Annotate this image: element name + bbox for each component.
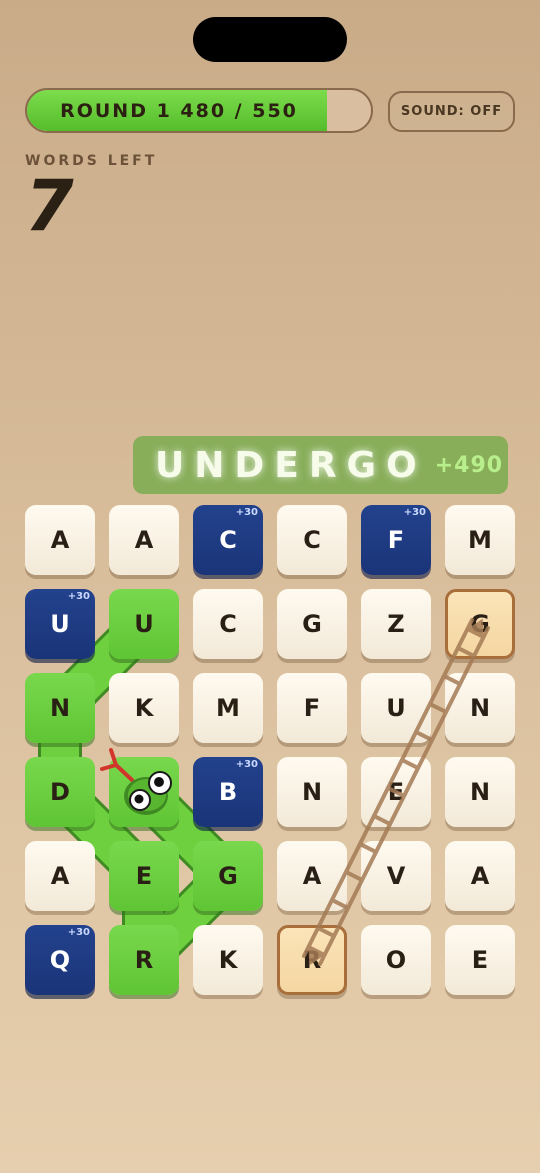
tile-letter: B <box>218 778 238 806</box>
tile-r4-c5[interactable]: A <box>445 841 515 911</box>
tile-r1-c2[interactable]: C <box>193 589 263 659</box>
tile-r1-c1[interactable]: U <box>109 589 179 659</box>
tile-letter: K <box>218 946 238 974</box>
tile-letter: M <box>216 694 240 722</box>
current-word: UNDERGO <box>155 444 427 486</box>
tile-letter: A <box>50 526 70 554</box>
camera-notch <box>193 17 347 62</box>
tile-letter: U <box>134 610 154 638</box>
tile-letter: U <box>50 610 70 638</box>
tile-bonus-badge: +30 <box>235 759 258 770</box>
tile-r2-c5[interactable]: N <box>445 673 515 743</box>
tile-r2-c0[interactable]: N <box>25 673 95 743</box>
tile-r5-c4[interactable]: O <box>361 925 431 995</box>
current-word-banner: UNDERGO +490 <box>133 436 508 494</box>
tile-letter: E <box>387 778 405 806</box>
tile-letter: A <box>134 526 154 554</box>
tile-letter: G <box>470 610 490 638</box>
tile-letter: A <box>302 862 322 890</box>
tile-r2-c3[interactable]: F <box>277 673 347 743</box>
tile-letter: A <box>50 862 70 890</box>
tile-letter: F <box>303 694 321 722</box>
tile-r4-c0[interactable]: A <box>25 841 95 911</box>
tile-r3-c0[interactable]: D <box>25 757 95 827</box>
tile-bonus-badge: +30 <box>403 507 426 518</box>
tile-letter: N <box>469 694 491 722</box>
tile-letter: A <box>470 862 490 890</box>
tile-r4-c2[interactable]: G <box>193 841 263 911</box>
tile-r1-c5[interactable]: G <box>445 589 515 659</box>
tile-r4-c4[interactable]: V <box>361 841 431 911</box>
tile-letter: Z <box>387 610 405 638</box>
tile-letter: M <box>468 526 492 554</box>
tile-r0-c1[interactable]: A <box>109 505 179 575</box>
tile-r5-c0[interactable]: Q +30 <box>25 925 95 995</box>
tile-letter: R <box>302 946 322 974</box>
tile-letter: N <box>301 778 323 806</box>
tile-letter: N <box>469 778 491 806</box>
tile-letter: R <box>134 946 154 974</box>
progress-text: ROUND 1 480 / 550 <box>60 99 298 122</box>
tile-r4-c3[interactable]: A <box>277 841 347 911</box>
tile-r1-c4[interactable]: Z <box>361 589 431 659</box>
overlay-layer <box>100 617 491 967</box>
tile-r1-c3[interactable]: G <box>277 589 347 659</box>
ladder-rung <box>343 869 365 883</box>
tile-r4-c1[interactable]: E <box>109 841 179 911</box>
ladder-rung <box>427 701 449 715</box>
tile-r0-c3[interactable]: C <box>277 505 347 575</box>
tile-r5-c1[interactable]: R <box>109 925 179 995</box>
tile-r5-c2[interactable]: K <box>193 925 263 995</box>
tile-letter: C <box>219 526 237 554</box>
tile-r5-c5[interactable]: E <box>445 925 515 995</box>
current-word-score: +490 <box>434 452 504 478</box>
tile-r2-c4[interactable]: U <box>361 673 431 743</box>
words-left-count: 7 <box>25 165 74 247</box>
tile-letter: F <box>387 526 405 554</box>
tile-letter: Q <box>49 946 71 974</box>
tile-r3-c3[interactable]: N <box>277 757 347 827</box>
tile-letter: C <box>219 610 237 638</box>
tile-bonus-badge: +30 <box>67 927 90 938</box>
tile-letter: C <box>303 526 321 554</box>
tile-letter: O <box>385 946 407 974</box>
tile-letter: V <box>386 862 406 890</box>
tile-letter: E <box>471 946 489 974</box>
snake-path-layer <box>38 602 250 982</box>
tile-letter: E <box>135 862 153 890</box>
tile-letter: G <box>302 610 322 638</box>
tile-r0-c5[interactable]: M <box>445 505 515 575</box>
tile-r0-c2[interactable]: C +30 <box>193 505 263 575</box>
tile-r3-c4[interactable]: E <box>361 757 431 827</box>
tile-r0-c4[interactable]: F +30 <box>361 505 431 575</box>
tile-r0-c0[interactable]: A <box>25 505 95 575</box>
tile-bonus-badge: +30 <box>235 507 258 518</box>
tile-letter: G <box>218 862 238 890</box>
tile-letter: U <box>386 694 406 722</box>
tile-letter: N <box>49 694 71 722</box>
tile-r3-c1[interactable] <box>109 757 179 827</box>
tile-r3-c5[interactable]: N <box>445 757 515 827</box>
tile-bonus-badge: +30 <box>67 591 90 602</box>
tile-letter: K <box>134 694 154 722</box>
tile-r3-c2[interactable]: B +30 <box>193 757 263 827</box>
round-progress-bar: ROUND 1 480 / 550 <box>25 88 373 133</box>
tile-letter: D <box>50 778 70 806</box>
tile-r2-c2[interactable]: M <box>193 673 263 743</box>
tile-r2-c1[interactable]: K <box>109 673 179 743</box>
sound-toggle-button[interactable]: SOUND: OFF <box>388 91 515 132</box>
tile-r1-c0[interactable]: U +30 <box>25 589 95 659</box>
tile-r5-c3[interactable]: R <box>277 925 347 995</box>
